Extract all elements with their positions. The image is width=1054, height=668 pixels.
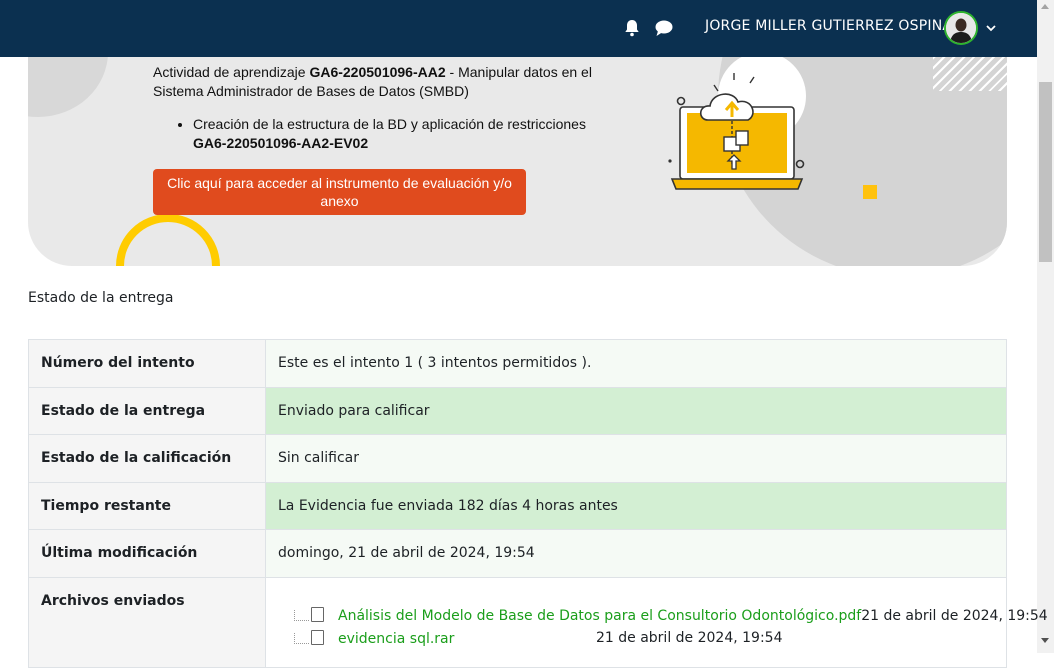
row-value: domingo, 21 de abril de 2024, 19:54 <box>265 529 1007 578</box>
file-date: 21 de abril de 2024, 19:54 <box>596 629 783 646</box>
top-navbar: JORGE MILLER GUTIERREZ OSPINA <box>0 0 1037 57</box>
activity-code: GA6-220501096-AA2 <box>309 64 446 80</box>
row-label: Archivos enviados <box>28 576 266 668</box>
row-label: Tiempo restante <box>28 481 266 530</box>
row-label: Número del intento <box>28 339 266 388</box>
scroll-down-arrow-icon[interactable] <box>1041 638 1049 643</box>
scroll-up-arrow-icon[interactable] <box>1041 4 1049 9</box>
decorative-circle <box>28 57 108 117</box>
evidence-list: Creación de la estructura de la BD y apl… <box>153 115 663 153</box>
file-item: evidencia sql.rar 21 de abril de 2024, 19… <box>294 629 783 647</box>
scrollbar-thumb[interactable] <box>1039 82 1052 262</box>
table-row: Estado de la calificación Sin calificar <box>28 434 1007 483</box>
file-link[interactable]: Análisis del Modelo de Base de Datos par… <box>338 608 861 624</box>
user-name[interactable]: JORGE MILLER GUTIERREZ OSPINA <box>705 18 952 34</box>
cloud-upload-laptop-icon <box>668 73 805 190</box>
file-link[interactable]: evidencia sql.rar <box>338 631 454 647</box>
vertical-scrollbar[interactable] <box>1037 0 1054 653</box>
table-row: Última modificación domingo, 21 de abril… <box>28 529 1007 578</box>
decorative-stripes <box>933 57 1007 91</box>
activity-description: Actividad de aprendizaje GA6-220501096-A… <box>153 63 623 101</box>
table-row: Número del intento Este es el intento 1 … <box>28 339 1007 388</box>
bell-icon[interactable] <box>622 18 642 38</box>
decorative-square <box>863 185 877 199</box>
file-date: 21 de abril de 2024, 19:54 <box>861 607 1048 624</box>
file-item: Análisis del Modelo de Base de Datos par… <box>294 606 1048 624</box>
row-label: Última modificación <box>28 529 266 578</box>
table-row: Estado de la entrega Enviado para califi… <box>28 386 1007 435</box>
row-value: La Evidencia fue enviada 182 días 4 hora… <box>265 481 1007 530</box>
submitted-files-cell: Análisis del Modelo de Base de Datos par… <box>265 576 1048 668</box>
row-value: Este es el intento 1 ( 3 intentos permit… <box>265 339 1007 388</box>
row-value: Enviado para calificar <box>265 386 1007 435</box>
chat-icon[interactable] <box>654 19 674 37</box>
chevron-down-icon[interactable] <box>985 23 997 33</box>
section-title: Estado de la entrega <box>28 290 174 306</box>
list-item: Creación de la estructura de la BD y apl… <box>193 115 663 153</box>
tree-connector <box>294 633 309 644</box>
table-row: Archivos enviados Análisis del Modelo de… <box>28 576 1048 668</box>
avatar[interactable] <box>944 11 978 45</box>
archive-file-icon <box>311 629 324 645</box>
submission-status-table: Número del intento Este es el intento 1 … <box>28 339 1048 668</box>
decorative-ring <box>116 214 220 266</box>
row-label: Estado de la calificación <box>28 434 266 483</box>
file-tree: Análisis del Modelo de Base de Datos par… <box>278 593 1048 653</box>
activity-prefix: Actividad de aprendizaje <box>153 64 310 80</box>
table-row: Tiempo restante La Evidencia fue enviada… <box>28 481 1007 530</box>
evidence-title: Creación de la estructura de la BD y apl… <box>193 116 586 132</box>
tree-connector <box>294 610 309 621</box>
row-label: Estado de la entrega <box>28 386 266 435</box>
activity-banner: Actividad de aprendizaje GA6-220501096-A… <box>28 57 1007 266</box>
evaluation-instrument-button[interactable]: Clic aquí para acceder al instrumento de… <box>153 169 526 215</box>
pdf-file-icon <box>311 606 324 622</box>
evidence-code: GA6-220501096-AA2-EV02 <box>193 135 369 151</box>
row-value: Sin calificar <box>265 434 1007 483</box>
